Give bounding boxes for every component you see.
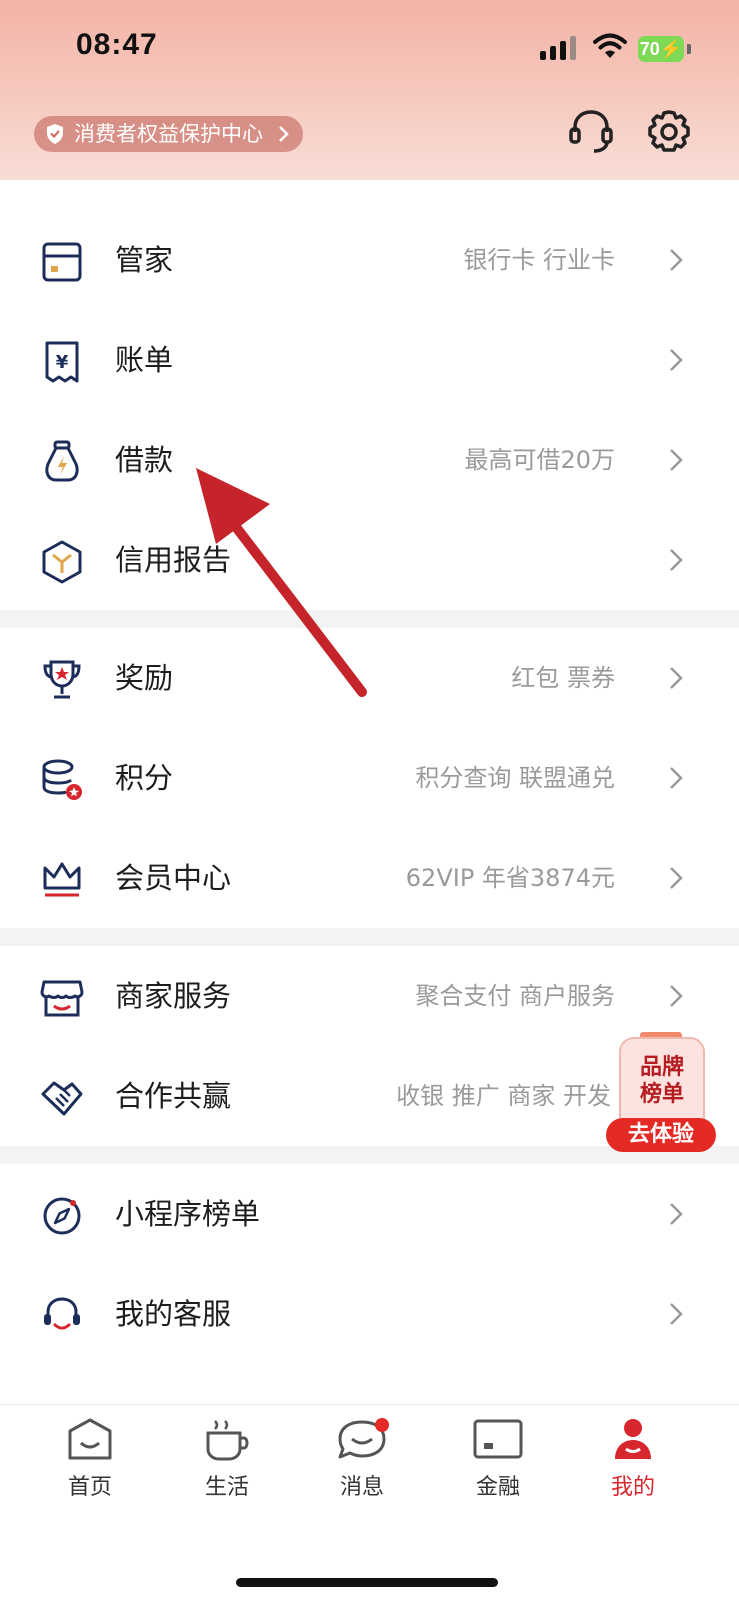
cellular-signal-icon	[540, 36, 580, 60]
menu-subtitle: 最高可借20万	[464, 446, 615, 474]
annotation-arrow-icon	[196, 468, 367, 697]
menu-row-bill[interactable]: ¥ 账单	[0, 310, 739, 410]
menu-label: 商家服务	[115, 979, 232, 1013]
user-profile-icon	[615, 1419, 651, 1459]
tab-label: 消息	[339, 1475, 384, 1500]
chevron-right-icon	[670, 667, 683, 689]
settings-gear-icon[interactable]	[646, 108, 692, 156]
coin-stack-icon	[42, 759, 82, 800]
menu-label: 借款	[115, 443, 174, 477]
customer-service-headset-icon[interactable]	[568, 108, 614, 156]
menu-row-merchant-services[interactable]: 商家服务 聚合支付 商户服务	[0, 946, 739, 1046]
svg-text:¥: ¥	[56, 352, 69, 373]
tab-label: 金融	[475, 1475, 520, 1500]
tab-messages[interactable]: 消息	[312, 1417, 412, 1507]
badge-line-1: 品牌	[639, 1055, 684, 1080]
bill-receipt-icon: ¥	[45, 341, 79, 383]
home-icon	[68, 1418, 112, 1460]
chevron-right-icon	[670, 249, 683, 271]
chevron-right-icon	[670, 449, 683, 471]
battery-level: 70	[639, 39, 660, 59]
menu-subtitle: 62VIP 年省3874元	[405, 864, 615, 892]
tab-home[interactable]: 首页	[40, 1417, 140, 1507]
shield-icon	[47, 124, 63, 144]
menu-row-points[interactable]: 积分 积分查询 联盟通兑	[0, 728, 739, 828]
storefront-icon	[40, 980, 84, 1017]
chevron-right-icon	[279, 126, 289, 142]
menu-subtitle: 银行卡 行业卡	[463, 246, 615, 274]
chevron-right-icon	[670, 985, 683, 1007]
tab-me[interactable]: 我的	[583, 1417, 683, 1507]
menu-section-services: 小程序榜单 我的客服	[0, 1164, 739, 1404]
menu-row-my-customer-service[interactable]: 我的客服	[0, 1264, 739, 1364]
menu-label: 积分	[115, 761, 174, 795]
tab-label: 我的	[610, 1475, 655, 1500]
menu-label: 账单	[115, 343, 174, 377]
battery-nub	[687, 44, 691, 54]
consumer-protection-link[interactable]: 消费者权益保护中心	[34, 116, 303, 152]
credit-hexagon-icon	[42, 540, 82, 584]
menu-row-membership[interactable]: 会员中心 62VIP 年省3874元	[0, 828, 739, 928]
consumer-protection-label: 消费者权益保护中心	[74, 122, 263, 146]
profile-header: 08:47 70⚡ 消费者权益保护中心	[0, 0, 739, 180]
chevron-right-icon	[670, 549, 683, 571]
menu-row-mini-program-ranking[interactable]: 小程序榜单	[0, 1164, 739, 1264]
menu-label: 奖励	[115, 661, 174, 695]
card-icon	[473, 1419, 523, 1459]
home-indicator	[236, 1578, 498, 1587]
chevron-right-icon	[670, 1303, 683, 1325]
tab-label: 生活	[204, 1475, 249, 1500]
wallet-card-icon	[42, 242, 82, 282]
chat-bubble-icon	[338, 1418, 389, 1459]
support-headset-icon	[44, 1297, 80, 1330]
badge-cta: 去体验	[627, 1122, 694, 1147]
menu-label: 会员中心	[115, 861, 232, 895]
bottom-tab-bar: 首页 生活 消息 金融 我的	[0, 1404, 739, 1601]
compass-icon	[43, 1197, 81, 1235]
trophy-icon	[43, 660, 81, 699]
chevron-right-icon	[670, 867, 683, 889]
tab-life[interactable]: 生活	[177, 1417, 277, 1507]
badge-title: 品牌 榜单	[620, 1054, 704, 1108]
menu-subtitle: 聚合支付 商户服务	[415, 982, 615, 1010]
badge-line-2: 榜单	[639, 1082, 684, 1107]
menu-label: 管家	[115, 243, 174, 277]
menu-subtitle: 红包 票券	[511, 664, 615, 692]
unread-dot	[375, 1418, 389, 1432]
chevron-right-icon	[670, 1203, 683, 1225]
menu-subtitle: 收银 推广 商家 开发	[396, 1082, 611, 1110]
chevron-right-icon	[670, 767, 683, 789]
menu-label: 合作共赢	[115, 1079, 232, 1113]
wifi-icon	[593, 33, 627, 58]
crown-icon	[43, 862, 81, 897]
money-bag-icon	[45, 440, 79, 482]
coffee-cup-icon	[206, 1420, 249, 1461]
menu-label: 小程序榜单	[115, 1197, 261, 1231]
battery-indicator: 70⚡	[638, 36, 684, 62]
tab-finance[interactable]: 金融	[448, 1417, 548, 1507]
menu-label: 我的客服	[115, 1297, 232, 1331]
tab-label: 首页	[67, 1475, 112, 1500]
status-time: 08:47	[76, 28, 158, 61]
brand-ranking-float-button[interactable]: 品牌 榜单 去体验	[606, 1032, 716, 1154]
menu-row-butler[interactable]: 管家 银行卡 行业卡	[0, 210, 739, 310]
handshake-icon	[41, 1081, 83, 1116]
chevron-right-icon	[670, 349, 683, 371]
menu-subtitle: 积分查询 联盟通兑	[415, 764, 615, 792]
